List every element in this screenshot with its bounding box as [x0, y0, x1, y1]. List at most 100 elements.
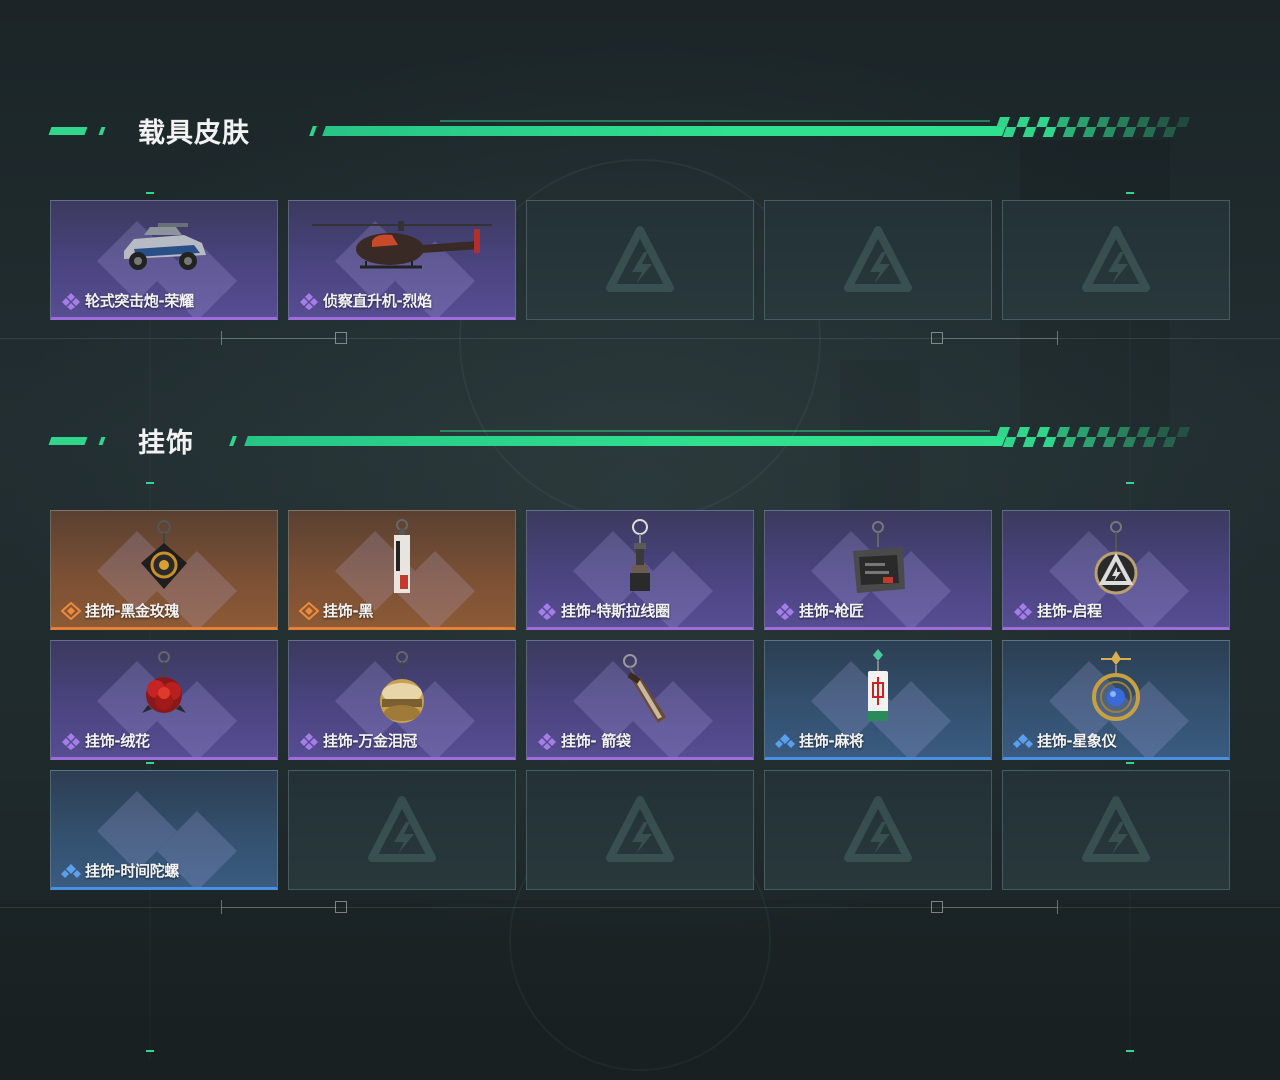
frame-marker [146, 1050, 154, 1052]
rarity-orange-icon [61, 601, 81, 620]
rarity-blue-icon [61, 863, 81, 878]
header-dash [48, 127, 88, 135]
header-dash [98, 437, 106, 445]
rarity-purple-icon [300, 732, 318, 750]
frame-line [943, 907, 1057, 908]
section-header-vehicle-skins: 载具皮肤 [48, 117, 1210, 149]
header-bar [322, 126, 1006, 136]
black-gold-rose-charm-icon [141, 520, 187, 589]
item-label: 挂饰-特斯拉线圈 [537, 600, 670, 621]
item-name: 挂饰-万金泪冠 [323, 732, 418, 750]
item-card-charm[interactable]: 挂饰-黑金玫瑰 [50, 510, 278, 630]
frame-marker [1126, 192, 1134, 194]
rarity-blue-icon [775, 733, 795, 748]
section-title: 载具皮肤 [138, 118, 250, 149]
item-label: 挂饰- 箭袋 [537, 730, 631, 751]
item-card-vehicle-skin[interactable]: 轮式突击炮-荣耀 [50, 200, 278, 320]
empty-slot [288, 770, 516, 890]
rarity-blue-icon [1013, 733, 1033, 748]
empty-slot-logo-icon [1082, 226, 1150, 294]
item-label: 挂饰-星象仪 [1013, 730, 1117, 751]
empty-slot-logo-icon [606, 226, 674, 294]
header-tick [229, 436, 237, 446]
frame-marker [1126, 762, 1134, 764]
item-card-charm[interactable]: 挂饰-绒花 [50, 640, 278, 760]
frame-marker [146, 762, 154, 764]
item-label: 挂饰-麻将 [775, 730, 864, 751]
item-card-charm[interactable]: 挂饰-特斯拉线圈 [526, 510, 754, 630]
frame-box [335, 901, 347, 913]
item-label: 挂饰-万金泪冠 [299, 730, 417, 751]
rarity-purple-icon [538, 732, 556, 750]
header-tick [309, 126, 317, 136]
rarity-purple-icon [62, 292, 80, 310]
item-card-charm[interactable]: 挂饰- 箭袋 [526, 640, 754, 760]
item-card-charm[interactable]: 挂饰-时间陀螺 [50, 770, 278, 890]
astrolabe-charm-icon [1092, 651, 1140, 721]
item-name: 挂饰-枪匠 [799, 602, 864, 620]
item-name: 挂饰-麻将 [799, 732, 864, 750]
item-card-charm[interactable]: 挂饰-枪匠 [764, 510, 992, 630]
item-card-charm[interactable]: 挂饰-麻将 [764, 640, 992, 760]
header-dash [48, 437, 88, 445]
rarity-purple-icon [1014, 602, 1032, 620]
empty-slot [1002, 200, 1230, 320]
empty-slot [526, 200, 754, 320]
item-label: 挂饰-黑金玫瑰 [61, 600, 179, 621]
item-name: 挂饰-绒花 [85, 732, 150, 750]
item-name: 挂饰- 箭袋 [561, 732, 631, 750]
departure-medal-charm-icon [1094, 521, 1138, 595]
item-name: 挂饰-启程 [1037, 602, 1102, 620]
item-label: 挂饰-时间陀螺 [61, 860, 179, 881]
frame-marker [146, 482, 154, 484]
frame-box [335, 332, 347, 344]
frame-line [222, 338, 336, 339]
empty-slot-logo-icon [844, 226, 912, 294]
frame-box [931, 332, 943, 344]
empty-slot [764, 200, 992, 320]
header-thin-bar [440, 430, 990, 432]
rarity-orange-icon [299, 601, 319, 620]
frame-line [0, 338, 1280, 339]
item-name: 挂饰-时间陀螺 [85, 862, 180, 880]
header-dash [98, 127, 106, 135]
item-card-charm[interactable]: 挂饰-黑 [288, 510, 516, 630]
header-thin-bar [440, 120, 990, 122]
item-name: 侦察直升机-烈焰 [323, 292, 432, 310]
item-name: 挂饰-黑金玫瑰 [85, 602, 180, 620]
empty-slot-logo-icon [1082, 796, 1150, 864]
header-checker-pattern [996, 117, 1190, 137]
header-checker-pattern [996, 427, 1190, 447]
frame-box [931, 901, 943, 913]
section-header-charms: 挂饰 [48, 427, 1210, 459]
item-label: 挂饰-黑 [299, 600, 373, 621]
item-name: 挂饰-星象仪 [1037, 732, 1117, 750]
frame-tick [1057, 900, 1058, 914]
item-label: 挂饰-枪匠 [775, 600, 864, 621]
frame-marker [1126, 482, 1134, 484]
rarity-purple-icon [62, 732, 80, 750]
item-card-vehicle-skin[interactable]: 侦察直升机-烈焰 [288, 200, 516, 320]
item-card-charm[interactable]: 挂饰-启程 [1002, 510, 1230, 630]
empty-slot-logo-icon [844, 796, 912, 864]
item-label: 挂饰-绒花 [61, 730, 150, 751]
item-label: 侦察直升机-烈焰 [299, 290, 432, 311]
item-name: 挂饰-黑 [323, 602, 374, 620]
rarity-purple-icon [538, 602, 556, 620]
black-tag-charm-icon [394, 519, 410, 593]
armored-vehicle-icon [124, 223, 206, 270]
frame-marker [146, 192, 154, 194]
frame-tick [1057, 331, 1058, 345]
frame-line [943, 338, 1057, 339]
item-label: 轮式突击炮-荣耀 [61, 290, 194, 311]
top-band [0, 0, 1280, 20]
rarity-purple-icon [776, 602, 794, 620]
item-name: 轮式突击炮-荣耀 [85, 292, 194, 310]
tesla-coil-charm-icon [630, 519, 650, 591]
item-name: 挂饰-特斯拉线圈 [561, 602, 670, 620]
empty-slot [526, 770, 754, 890]
item-card-charm[interactable]: 挂饰-星象仪 [1002, 640, 1230, 760]
rarity-purple-icon [300, 292, 318, 310]
item-card-charm[interactable]: 挂饰-万金泪冠 [288, 640, 516, 760]
quiver-charm-icon [623, 654, 666, 723]
